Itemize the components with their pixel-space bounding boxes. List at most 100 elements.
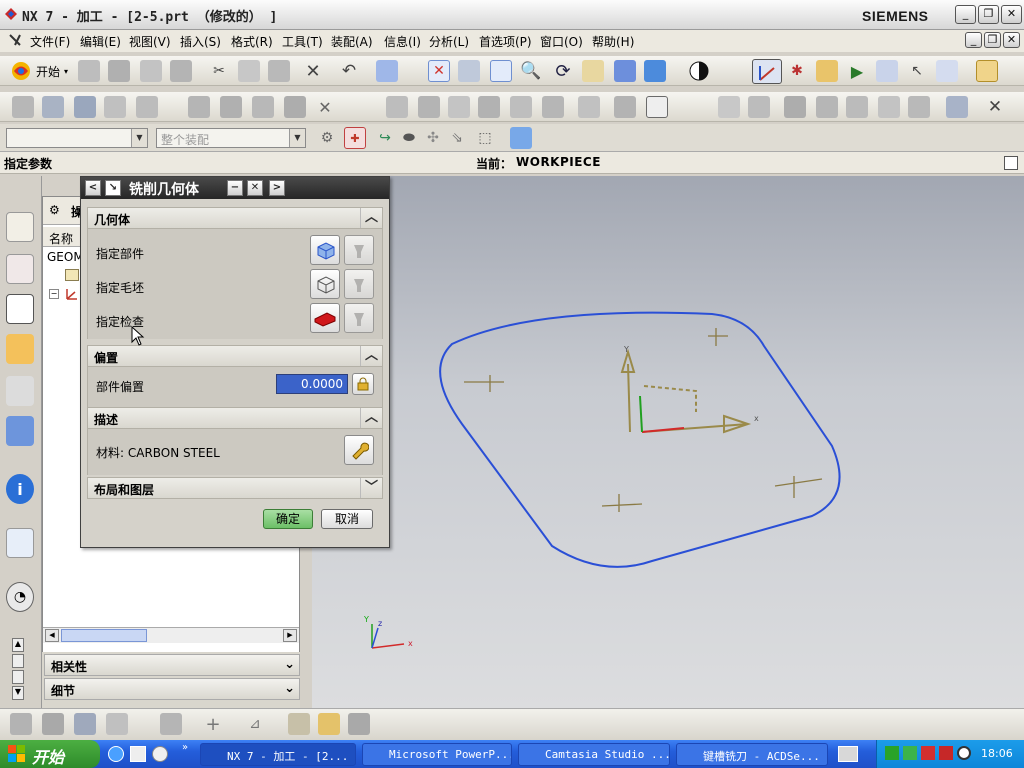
restore-button[interactable]: ❐ (978, 5, 999, 24)
offset-section-header[interactable]: 偏置 ︿ (87, 345, 383, 367)
menu-information[interactable]: 信息(I) (384, 33, 421, 50)
scroll-track[interactable] (12, 654, 24, 668)
nx-app-icon[interactable] (4, 7, 18, 21)
create-tool-icon[interactable] (42, 96, 64, 118)
specify-blank-button[interactable] (310, 269, 340, 299)
snap-endpoint-icon[interactable]: ↪ (374, 127, 396, 149)
operation-navigator-icon[interactable] (6, 294, 34, 324)
snap-center-icon[interactable]: ✣ (422, 127, 444, 149)
verify-icon[interactable] (936, 60, 958, 82)
menu-tools[interactable]: 工具(T) (282, 33, 323, 50)
sketch-icon[interactable] (160, 713, 182, 735)
part-offset-input[interactable]: 0.0000 (276, 374, 348, 394)
boolean-icon[interactable] (318, 713, 340, 735)
geometry-section-header[interactable]: 几何体 ︿ (87, 207, 383, 229)
shaded-view-icon[interactable] (614, 60, 636, 82)
assembly-navigator-icon[interactable] (6, 212, 34, 242)
paste-icon[interactable] (268, 60, 290, 82)
display-blank-button[interactable] (344, 269, 374, 299)
nav-hscrollbar[interactable]: ◀ ▶ (43, 627, 299, 643)
snap-settings-icon[interactable]: ⚙ (316, 127, 338, 149)
specify-check-button[interactable] (310, 303, 340, 333)
scroll-down-icon[interactable]: ▼ (12, 686, 24, 700)
measure-icon[interactable] (976, 60, 998, 82)
create-operation-icon[interactable] (136, 96, 158, 118)
create-geometry-icon[interactable] (74, 96, 96, 118)
program-node-icon[interactable] (65, 269, 79, 281)
wcs-dynamic-icon[interactable]: ✱ (786, 60, 808, 82)
datum-plane-icon[interactable]: ⊿ (244, 713, 266, 735)
selection-cube-icon[interactable] (510, 127, 532, 149)
assembly-constraint-icon[interactable] (10, 713, 32, 735)
history-icon[interactable]: ◔ (6, 582, 34, 612)
display-mode-icon[interactable] (688, 60, 710, 82)
wcs-display-icon[interactable] (752, 59, 782, 84)
scroll-track-lower[interactable] (12, 670, 24, 684)
tray-record-icon[interactable] (957, 746, 971, 760)
ops-navigator-icon[interactable] (816, 60, 838, 82)
snap-intersection-icon[interactable]: ⇘ (446, 127, 468, 149)
object-attributes-icon[interactable] (784, 96, 806, 118)
ie-quicklaunch-icon[interactable] (108, 746, 124, 762)
print-icon[interactable] (170, 60, 192, 82)
layout-section-header[interactable]: 布局和图层 ﹀ (87, 477, 383, 499)
add-component-icon[interactable] (74, 713, 96, 735)
pan-icon[interactable] (582, 60, 604, 82)
copy-icon[interactable] (238, 60, 260, 82)
cut-icon[interactable]: ✂ (208, 60, 230, 82)
zoom-icon[interactable] (490, 60, 512, 82)
shop-doc-icon[interactable] (578, 96, 600, 118)
cut-object-icon[interactable] (878, 96, 900, 118)
mirror-assembly-icon[interactable] (106, 713, 128, 735)
machining-method-view-icon[interactable] (284, 96, 306, 118)
magnifier-icon[interactable]: 🔍 (520, 60, 542, 82)
media-quicklaunch-icon[interactable] (152, 746, 168, 762)
snap-point-icon[interactable]: ✚ (344, 127, 366, 149)
scope-filter-combo[interactable]: 整个装配 ▼ (156, 128, 306, 148)
edit-object-icon[interactable]: ✕ (314, 96, 336, 118)
menu-view[interactable]: 视图(V) (129, 33, 171, 50)
select-filter-icon[interactable] (376, 60, 398, 82)
dialog-forward-button[interactable]: > (269, 180, 285, 196)
rotate-icon[interactable]: ⟳ (552, 60, 574, 82)
start-button[interactable]: 开始 (0, 740, 100, 768)
report-icon[interactable] (646, 96, 668, 118)
graphics-window[interactable]: x Y x Y z (312, 176, 1024, 708)
related-section[interactable]: 相关性 ⌄ (44, 654, 300, 676)
select-arrow-icon[interactable]: ↖ (906, 60, 928, 82)
postprocess-icon[interactable] (542, 96, 564, 118)
paste-object-icon[interactable] (908, 96, 930, 118)
dialog-title-bar[interactable]: < ↘ 铣削几何体 − ✕ > (81, 177, 389, 199)
fit-view-icon[interactable]: ✕ (428, 60, 450, 82)
create-method-icon[interactable] (104, 96, 126, 118)
save-icon[interactable] (140, 60, 162, 82)
machine-tool-view-icon[interactable] (220, 96, 242, 118)
copy-object-icon[interactable] (846, 96, 868, 118)
tray-security-icon[interactable] (921, 746, 935, 760)
keyboard-icon[interactable] (838, 746, 858, 762)
minimize-button[interactable]: _ (955, 5, 976, 24)
dialog-collapse-button[interactable]: − (227, 180, 243, 196)
undo-icon[interactable]: ↶ (338, 60, 360, 82)
point-icon[interactable]: + (202, 713, 224, 735)
start-menu-button[interactable]: 开始 ▾ (10, 60, 68, 82)
menu-file[interactable]: 文件(F) (30, 33, 70, 50)
menu-analysis[interactable]: 分析(L) (429, 33, 469, 50)
menu-insert[interactable]: 插入(S) (180, 33, 221, 50)
doc-restore-button[interactable]: ❐ (984, 32, 1001, 48)
menu-edit[interactable]: 编辑(E) (80, 33, 121, 50)
menu-window[interactable]: 窗口(O) (540, 33, 583, 50)
task-powerpoint[interactable]: Microsoft PowerP... (362, 743, 512, 766)
scroll-right-icon[interactable]: ▶ (283, 629, 297, 642)
create-program-icon[interactable] (12, 96, 34, 118)
move-component-icon[interactable] (42, 713, 64, 735)
dialog-reset-button[interactable]: ↘ (105, 180, 121, 196)
doc-minimize-button[interactable]: _ (965, 32, 982, 48)
cancel-button[interactable]: 取消 (321, 509, 373, 529)
simulate-icon[interactable] (510, 96, 532, 118)
dialog-close-button[interactable]: ✕ (247, 180, 263, 196)
menu-app-icon[interactable] (8, 33, 22, 47)
edit-material-button[interactable] (344, 435, 374, 465)
list-toolpath-icon[interactable] (448, 96, 470, 118)
menu-preferences[interactable]: 首选项(P) (479, 33, 532, 50)
